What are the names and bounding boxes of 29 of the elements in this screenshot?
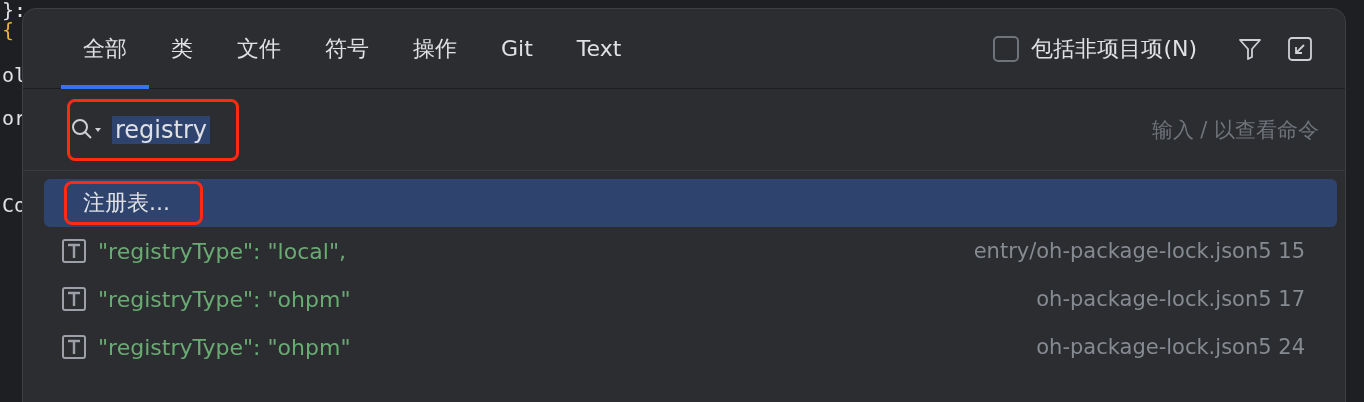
text-icon <box>62 287 86 311</box>
file-location: oh-package-lock.json5 17 <box>1036 287 1305 311</box>
result-row[interactable]: "registryType": "ohpm" oh-package-lock.json5 17 <box>44 275 1337 323</box>
match-text: "registryType": "ohpm" <box>98 286 351 312</box>
collapse-icon[interactable] <box>1287 35 1313 62</box>
result-row[interactable]: "registryType": "ohpm" oh-package-lock.json5 24 <box>44 323 1337 371</box>
result-row[interactable]: 注册表... <box>44 179 1337 227</box>
result-row[interactable]: "registryType": "local", entry/oh-package-lock.json5 15 <box>44 227 1337 275</box>
tab[interactable]: 符号 <box>303 8 391 89</box>
tab[interactable]: 类 <box>149 8 215 89</box>
code-text: }: <box>2 0 27 20</box>
tab[interactable]: 全部 <box>61 8 149 89</box>
code-text: ol <box>2 65 27 89</box>
search-hint: 输入 / 以查看命令 <box>1151 116 1319 144</box>
code-text: { <box>2 20 15 44</box>
action-label: 注册表... <box>83 189 170 217</box>
tab[interactable]: 文件 <box>215 8 303 89</box>
text-icon <box>62 335 86 359</box>
match-text: "registryType": "ohpm" <box>98 334 351 360</box>
search-field[interactable]: registry <box>112 115 210 144</box>
match-text: "registryType": "local", <box>98 238 346 264</box>
file-location: oh-package-lock.json5 24 <box>1036 335 1305 359</box>
text-icon <box>62 239 86 263</box>
checkbox[interactable] <box>993 35 1020 62</box>
tab[interactable]: Text <box>554 8 644 89</box>
file-location: entry/oh-package-lock.json5 15 <box>973 239 1305 263</box>
checkbox-label: 包括非项目项(N) <box>1031 34 1197 63</box>
tab[interactable]: Git <box>479 8 555 89</box>
tab[interactable]: 操作 <box>391 8 479 89</box>
